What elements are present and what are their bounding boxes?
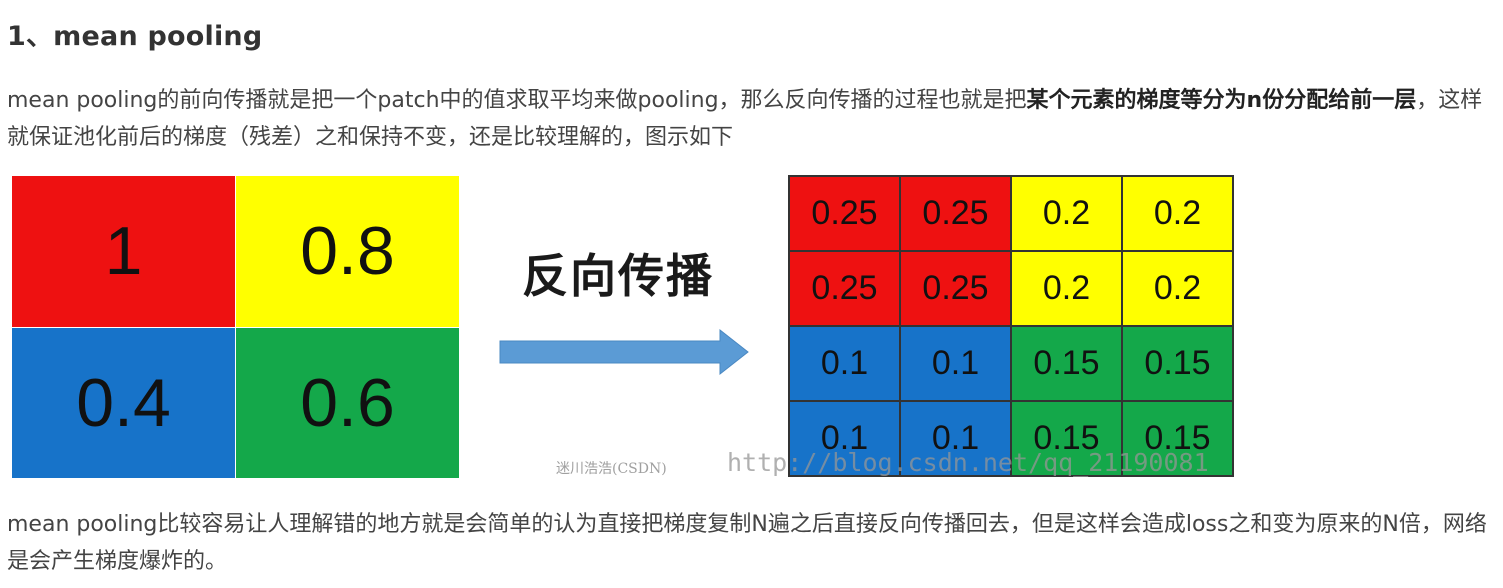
distributed-cell: 0.25: [790, 252, 899, 325]
pooled-gradient-grid: 1 0.8 0.4 0.6: [12, 176, 459, 478]
watermark-url: http://blog.csdn.net/qq_21190081: [727, 448, 1209, 477]
distributed-cell: 0.15: [1012, 327, 1121, 400]
pooled-cell: 0.4: [12, 327, 235, 478]
distributed-cell: 0.25: [901, 252, 1010, 325]
section-heading: 1、mean pooling: [7, 21, 263, 52]
pooled-cell: 1: [12, 176, 235, 327]
distributed-cell: 0.2: [1012, 177, 1121, 250]
note-paragraph: mean pooling比较容易让人理解错的地方就是会简单的认为直接把梯度复制N…: [7, 512, 1487, 574]
distributed-cell: 0.15: [1123, 327, 1232, 400]
distributed-cell: 0.2: [1123, 252, 1232, 325]
pooled-cell: 0.6: [236, 327, 459, 478]
backprop-label: 反向传播: [522, 249, 714, 303]
intro-paragraph: mean pooling的前向传播就是把一个patch中的值求取平均来做pool…: [7, 82, 1497, 156]
distributed-cell: 0.1: [790, 327, 899, 400]
intro-text-start: mean pooling的前向传播就是把一个patch中的值求取平均来做pool…: [7, 88, 1027, 113]
distributed-cell: 0.25: [790, 177, 899, 250]
distributed-cell: 0.2: [1012, 252, 1121, 325]
intro-text-bold: 某个元素的梯度等分为n份分配给前一层: [1026, 88, 1417, 113]
distributed-gradient-grid: 0.25 0.25 0.2 0.2 0.25 0.25 0.2 0.2 0.1 …: [788, 175, 1234, 477]
pooled-cell: 0.8: [236, 176, 459, 327]
distributed-cell: 0.25: [901, 177, 1010, 250]
distributed-cell: 0.2: [1123, 177, 1232, 250]
right-arrow-icon: [499, 328, 749, 376]
watermark-author: 迷川浩浩(CSDN): [556, 461, 667, 477]
distributed-cell: 0.1: [901, 327, 1010, 400]
